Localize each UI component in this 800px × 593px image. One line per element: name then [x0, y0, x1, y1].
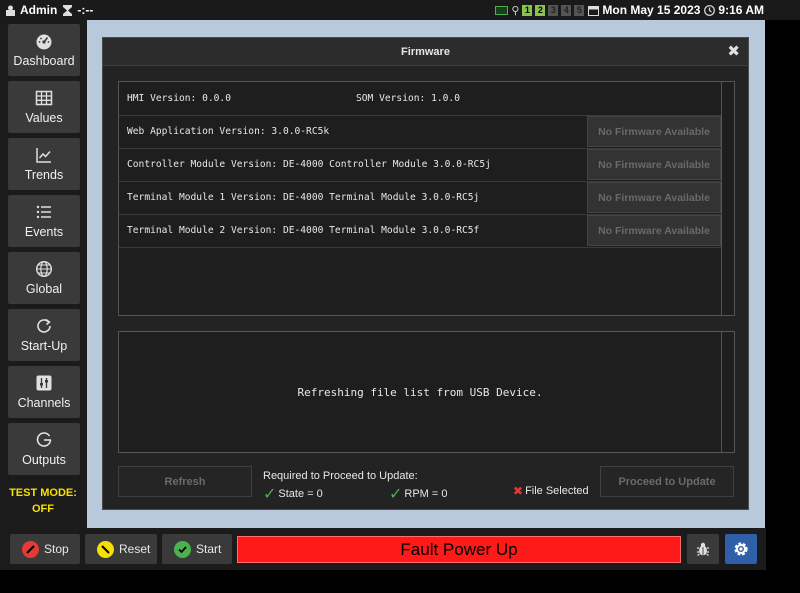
- som-version: SOM Version: 1.0.0: [356, 93, 460, 104]
- close-icon[interactable]: ✖: [727, 38, 740, 66]
- sidebar-item-label: Global: [25, 282, 63, 296]
- sidebar-item-values[interactable]: Values: [8, 81, 80, 133]
- hourglass-icon: [61, 4, 73, 16]
- stop-label: Stop: [44, 542, 69, 556]
- channel-indicator-4: 4: [561, 4, 572, 16]
- requirement-file: ✖ File Selected: [513, 484, 589, 498]
- start-icon: [174, 540, 191, 558]
- sidebar-item-label: Events: [24, 225, 64, 239]
- globe-icon: [35, 260, 53, 278]
- timeout-value: -:--: [77, 3, 94, 17]
- sidebar-item-label: Trends: [24, 168, 64, 182]
- calendar-icon: [587, 4, 599, 16]
- channel-indicator-5: 5: [574, 4, 585, 16]
- sidebar-item-events[interactable]: Events: [8, 195, 80, 247]
- sidebar-item-dashboard[interactable]: Dashboard: [8, 24, 80, 76]
- no-firmware-button[interactable]: No Firmware Available: [587, 215, 721, 246]
- start-label: Start: [196, 542, 222, 556]
- list-icon: [36, 205, 51, 219]
- sidebar-item-label: Start-Up: [20, 339, 68, 353]
- sidebar-item-startup[interactable]: Start-Up: [8, 309, 80, 361]
- version-text: Controller Module Version: DE-4000 Contr…: [127, 159, 491, 170]
- version-row-controller: Controller Module Version: DE-4000 Contr…: [119, 148, 721, 182]
- bug-icon: [697, 542, 709, 556]
- settings-button[interactable]: [725, 534, 757, 564]
- refresh-icon: [37, 318, 51, 333]
- reset-label: Reset: [119, 542, 151, 556]
- debug-button[interactable]: [687, 534, 719, 564]
- output-icon: [36, 432, 52, 447]
- requirements-title: Required to Proceed to Update:: [263, 470, 418, 482]
- user-name[interactable]: Admin: [20, 3, 57, 17]
- dialog-title: Firmware: [401, 46, 450, 58]
- version-row-web-app: Web Application Version: 3.0.0-RC5k No F…: [119, 115, 721, 149]
- list-scrollbar[interactable]: [721, 82, 734, 315]
- network-icon: [495, 5, 509, 15]
- requirement-rpm: ✓ RPM = 0: [389, 484, 448, 504]
- usb-file-list: Refreshing file list from USB Device.: [118, 331, 735, 453]
- bottom-control-bar: Stop Reset Start Fault Power Up: [0, 528, 766, 570]
- requirement-label: RPM = 0: [404, 488, 448, 500]
- date-display: Mon May 15 2023: [602, 3, 701, 17]
- no-firmware-button[interactable]: No Firmware Available: [587, 182, 721, 213]
- proceed-to-update-button[interactable]: Proceed to Update: [600, 466, 734, 497]
- start-button[interactable]: Start: [162, 534, 232, 564]
- firmware-dialog: Firmware ✖ HMI Version: 0.0.0 SOM Versio…: [102, 37, 749, 510]
- chart-icon: [36, 148, 51, 163]
- version-text: Terminal Module 2 Version: DE-4000 Termi…: [127, 225, 480, 236]
- gear-icon: [734, 542, 748, 556]
- channel-indicator-2: 2: [535, 4, 546, 16]
- sidebar-item-channels[interactable]: Channels: [8, 366, 80, 418]
- check-icon: ✓: [389, 486, 403, 503]
- stop-button[interactable]: Stop: [10, 534, 80, 564]
- file-list-scrollbar[interactable]: [721, 332, 734, 452]
- channel-indicator-3: 3: [548, 4, 559, 16]
- test-mode-value: OFF: [32, 503, 54, 515]
- user-icon: [4, 4, 16, 16]
- sidebar: Dashboard Values Trends Events Global St…: [0, 20, 87, 530]
- stop-icon: [22, 540, 39, 558]
- check-icon: ✓: [263, 486, 277, 503]
- sidebar-item-label: Values: [25, 111, 63, 125]
- sliders-icon: [36, 375, 52, 391]
- status-bar: Admin -:-- ⚲ 1 2 3 4 5 Mon May 15 2023 9…: [0, 0, 800, 20]
- usb-icon: ⚲: [511, 4, 520, 17]
- version-row-terminal-1: Terminal Module 1 Version: DE-4000 Termi…: [119, 181, 721, 215]
- no-firmware-button[interactable]: No Firmware Available: [587, 116, 721, 147]
- status-message: Refreshing file list from USB Device.: [297, 385, 543, 399]
- grid-icon: [35, 90, 53, 106]
- no-firmware-button[interactable]: No Firmware Available: [587, 149, 721, 180]
- x-icon: ✖: [513, 484, 524, 498]
- sidebar-item-label: Channels: [17, 396, 71, 410]
- sidebar-item-label: Outputs: [22, 453, 66, 467]
- sidebar-item-global[interactable]: Global: [8, 252, 80, 304]
- dialog-header: Firmware ✖: [103, 38, 748, 66]
- version-row-hmi: HMI Version: 0.0.0 SOM Version: 1.0.0: [119, 82, 721, 116]
- sidebar-item-outputs[interactable]: Outputs: [8, 423, 80, 475]
- sidebar-item-label: Dashboard: [13, 54, 75, 68]
- version-text: Web Application Version: 3.0.0-RC5k: [127, 126, 330, 137]
- test-mode-label: TEST MODE:: [9, 487, 77, 499]
- time-display: 9:16 AM: [718, 3, 764, 17]
- clock-icon: [703, 4, 715, 16]
- hmi-version: HMI Version: 0.0.0: [127, 93, 231, 104]
- version-text: Terminal Module 1 Version: DE-4000 Termi…: [127, 192, 480, 203]
- reset-button[interactable]: Reset: [85, 534, 157, 564]
- requirement-state: ✓ State = 0: [263, 484, 323, 504]
- firmware-version-list: HMI Version: 0.0.0 SOM Version: 1.0.0 We…: [118, 81, 735, 316]
- fault-banner: Fault Power Up: [237, 536, 681, 563]
- sidebar-item-trends[interactable]: Trends: [8, 138, 80, 190]
- test-mode-indicator: TEST MODE: OFF: [4, 485, 82, 517]
- refresh-button[interactable]: Refresh: [118, 466, 252, 497]
- reset-icon: [97, 540, 114, 558]
- channel-indicator-1: 1: [522, 4, 533, 16]
- dashboard-icon: [36, 34, 52, 50]
- requirement-label: State = 0: [278, 488, 323, 500]
- requirement-label: File Selected: [525, 485, 589, 497]
- version-row-terminal-2: Terminal Module 2 Version: DE-4000 Termi…: [119, 214, 721, 248]
